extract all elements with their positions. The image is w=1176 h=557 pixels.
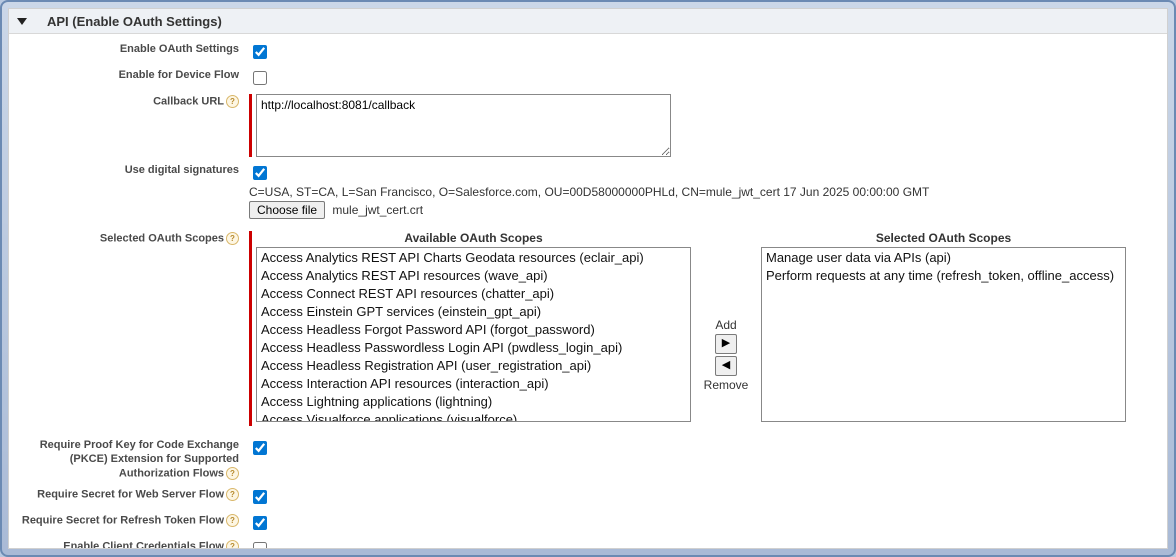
required-indicator <box>249 231 252 426</box>
callback-url-input[interactable] <box>256 94 671 157</box>
label-scopes: Selected OAuth Scopes <box>100 232 224 244</box>
label-client-creds: Enable Client Credentials Flow <box>63 540 224 549</box>
help-icon[interactable]: ? <box>226 95 239 108</box>
help-icon[interactable]: ? <box>226 514 239 527</box>
list-item[interactable]: Access Analytics REST API Charts Geodata… <box>257 248 690 266</box>
list-item[interactable]: Manage user data via APIs (api) <box>762 248 1125 266</box>
required-indicator <box>249 94 252 157</box>
selected-scopes-listbox[interactable]: Manage user data via APIs (api)Perform r… <box>761 247 1126 422</box>
cert-dn-text: C=USA, ST=CA, L=San Francisco, O=Salesfo… <box>249 185 1155 199</box>
list-item[interactable]: Access Interaction API resources (intera… <box>257 374 690 392</box>
help-icon[interactable]: ? <box>226 232 239 245</box>
pkce-checkbox[interactable] <box>253 441 267 455</box>
enable-oauth-checkbox[interactable] <box>253 45 267 59</box>
list-item[interactable]: Access Analytics REST API resources (wav… <box>257 266 690 284</box>
list-item[interactable]: Access Lightning applications (lightning… <box>257 392 690 410</box>
digital-sig-checkbox[interactable] <box>253 166 267 180</box>
label-callback-url: Callback URL <box>153 95 224 107</box>
help-icon[interactable]: ? <box>226 467 239 480</box>
remove-scope-button[interactable]: ◀ <box>715 356 737 376</box>
form-area: Enable OAuth Settings Enable for Device … <box>9 34 1167 549</box>
list-item[interactable]: Access Headless Forgot Password API (for… <box>257 320 690 338</box>
list-item[interactable]: Perform requests at any time (refresh_to… <box>762 266 1125 284</box>
device-flow-checkbox[interactable] <box>253 71 267 85</box>
help-icon[interactable]: ? <box>226 540 239 549</box>
selected-scopes-title: Selected OAuth Scopes <box>761 231 1126 247</box>
section-header[interactable]: API (Enable OAuth Settings) <box>9 9 1167 34</box>
add-label: Add <box>715 318 736 332</box>
list-item[interactable]: Access Headless Passwordless Login API (… <box>257 338 690 356</box>
list-item[interactable]: Access Connect REST API resources (chatt… <box>257 284 690 302</box>
section-title: API (Enable OAuth Settings) <box>47 14 222 29</box>
choose-file-button[interactable]: Choose file <box>249 201 325 219</box>
scopes-picker: Available OAuth Scopes Access Analytics … <box>256 231 1126 426</box>
chevron-left-icon: ◀ <box>722 360 730 371</box>
add-scope-button[interactable]: ▶ <box>715 334 737 354</box>
label-enable-oauth: Enable OAuth Settings <box>9 40 243 57</box>
client-creds-checkbox[interactable] <box>253 542 267 549</box>
chevron-right-icon: ▶ <box>722 338 730 349</box>
list-item[interactable]: Access Headless Registration API (user_r… <box>257 356 690 374</box>
available-scopes-title: Available OAuth Scopes <box>256 231 691 247</box>
label-secret-web: Require Secret for Web Server Flow <box>37 488 224 500</box>
available-scopes-listbox[interactable]: Access Analytics REST API Charts Geodata… <box>256 247 691 422</box>
help-icon[interactable]: ? <box>226 488 239 501</box>
list-item[interactable]: Access Visualforce applications (visualf… <box>257 410 690 422</box>
collapse-icon <box>17 18 27 25</box>
cert-filename: mule_jwt_cert.crt <box>332 203 423 217</box>
label-device-flow: Enable for Device Flow <box>9 66 243 83</box>
label-digital-sig: Use digital signatures <box>9 161 243 178</box>
list-item[interactable]: Access Einstein GPT services (einstein_g… <box>257 302 690 320</box>
remove-label: Remove <box>704 378 749 392</box>
label-pkce: Require Proof Key for Code Exchange (PKC… <box>40 439 239 479</box>
label-secret-refresh: Require Secret for Refresh Token Flow <box>22 514 224 526</box>
secret-refresh-checkbox[interactable] <box>253 516 267 530</box>
secret-web-checkbox[interactable] <box>253 490 267 504</box>
